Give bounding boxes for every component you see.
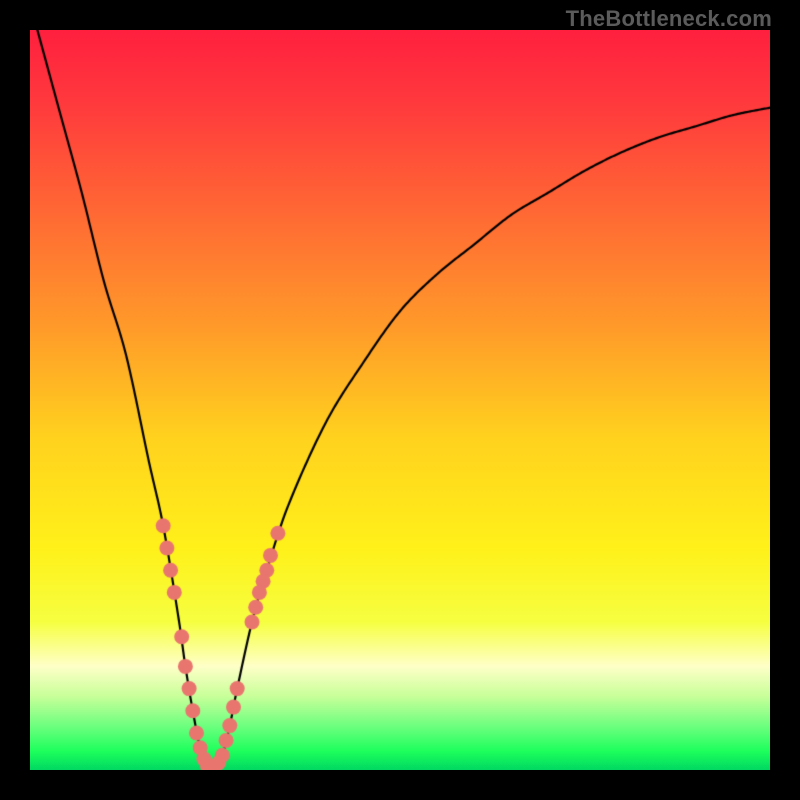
watermark-text: TheBottleneck.com <box>566 6 772 32</box>
plot-area <box>30 30 770 770</box>
bottleneck-curve <box>30 30 770 770</box>
